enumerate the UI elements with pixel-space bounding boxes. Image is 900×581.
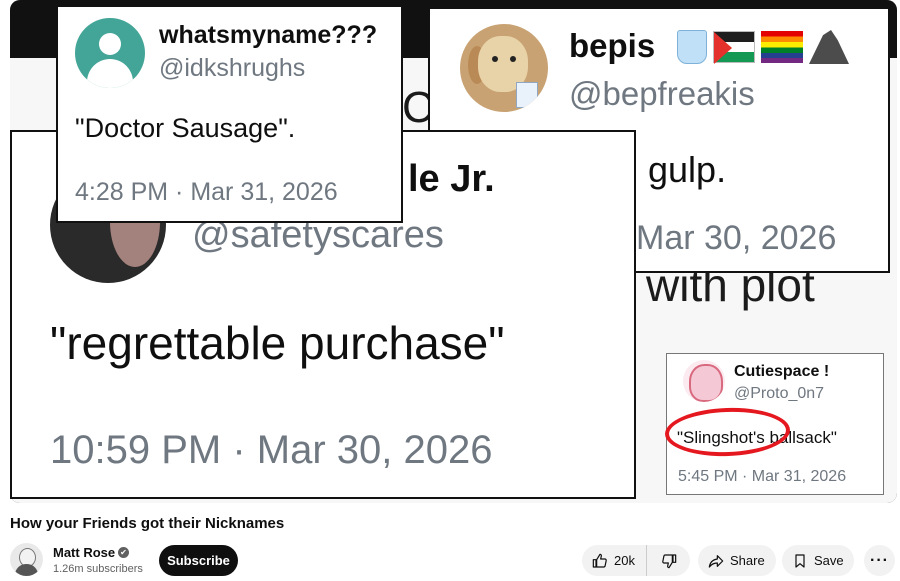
like-count: 20k bbox=[614, 553, 635, 568]
default-avatar-icon bbox=[75, 18, 145, 88]
share-arrow-icon bbox=[708, 554, 724, 568]
tweet-author-handle: @Proto_0n7 bbox=[734, 385, 825, 402]
share-label: Share bbox=[730, 553, 765, 568]
rainbow-flag-icon bbox=[761, 31, 803, 63]
tweet-text: "Doctor Sausage". bbox=[75, 113, 296, 143]
channel-name[interactable]: Matt Rose bbox=[53, 545, 115, 560]
tweet-author-name: le Jr. bbox=[408, 158, 495, 200]
tweet-author-handle: @bepfreakis bbox=[569, 75, 755, 112]
tweet-author-name: whatsmyname??? bbox=[159, 21, 378, 49]
tweet-author-name: bepis bbox=[569, 27, 656, 64]
tweet-text: "regrettable purchase" bbox=[50, 317, 505, 369]
name-emojis bbox=[677, 29, 849, 65]
bookmark-icon bbox=[795, 553, 805, 568]
verified-check-icon: ✔ bbox=[118, 547, 129, 558]
palestine-flag-icon bbox=[713, 31, 755, 64]
dislike-button[interactable] bbox=[647, 545, 690, 576]
save-button[interactable]: Save bbox=[782, 545, 854, 576]
channel-avatar[interactable] bbox=[10, 543, 43, 576]
cup-with-straw-icon bbox=[677, 30, 707, 64]
thumbs-down-icon bbox=[661, 553, 676, 568]
tweet-author-handle: @idkshrughs bbox=[159, 54, 306, 82]
tweet-timestamp: Mar 30, 2026 bbox=[636, 219, 837, 257]
tweet-timestamp: 5:45 PM · Mar 31, 2026 bbox=[678, 468, 847, 485]
cup-icon bbox=[516, 82, 538, 108]
like-dislike-group: 20k bbox=[582, 545, 690, 576]
subscribe-button[interactable]: Subscribe bbox=[159, 545, 238, 576]
tweet-timestamp: 4:28 PM · Mar 31, 2026 bbox=[75, 178, 338, 206]
share-button[interactable]: Share bbox=[698, 545, 776, 576]
tweet-card-whatsmyname: whatsmyname??? @idkshrughs "Doctor Sausa… bbox=[56, 5, 403, 223]
subscriber-count: 1.26m subscribers bbox=[53, 563, 143, 575]
like-button[interactable]: 20k bbox=[582, 545, 647, 576]
thumbs-up-icon bbox=[592, 553, 607, 568]
avatar-anime bbox=[683, 360, 725, 402]
tweet-timestamp: 10:59 PM · Mar 30, 2026 bbox=[50, 428, 493, 472]
video-title: How your Friends got their Nicknames bbox=[10, 515, 285, 532]
tweet-author-name: Cutiespace ! bbox=[734, 363, 830, 380]
avatar-dog bbox=[460, 24, 548, 112]
tweet-text: gulp. bbox=[648, 149, 727, 190]
rock-icon bbox=[809, 30, 849, 64]
more-actions-button[interactable]: ··· bbox=[864, 545, 895, 576]
save-label: Save bbox=[814, 553, 844, 568]
